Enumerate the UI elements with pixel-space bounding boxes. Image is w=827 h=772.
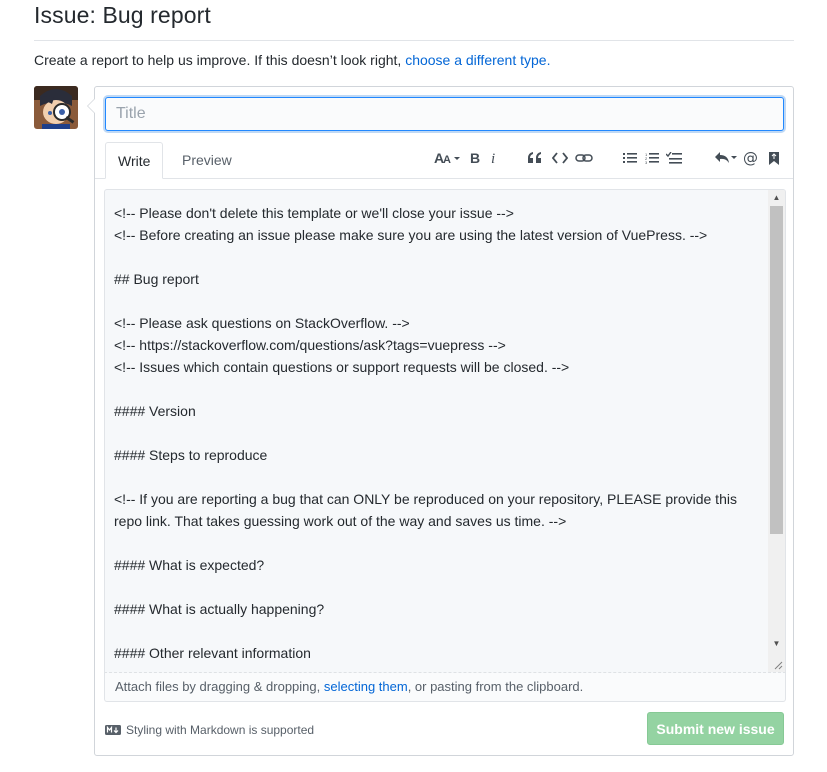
attach-text-prefix: Attach files by dragging & dropping, bbox=[115, 679, 324, 694]
quote-icon[interactable] bbox=[524, 145, 546, 171]
attach-files-bar[interactable]: Attach files by dragging & dropping, sel… bbox=[104, 673, 786, 702]
markdown-note[interactable]: Styling with Markdown is supported bbox=[105, 723, 314, 737]
bookmark-icon[interactable] bbox=[763, 145, 785, 171]
mention-icon[interactable]: @ bbox=[740, 145, 762, 171]
scroll-thumb[interactable] bbox=[770, 206, 783, 534]
markdown-note-text: Styling with Markdown is supported bbox=[126, 723, 315, 737]
new-issue-form: Write Preview AA B i 123 @ <!-- Please d… bbox=[87, 86, 794, 756]
svg-text:@: @ bbox=[743, 150, 758, 166]
markdown-icon bbox=[105, 725, 121, 735]
issue-body-textarea[interactable]: <!-- Please don't delete this template o… bbox=[104, 189, 786, 673]
numbered-list-icon[interactable]: 123 bbox=[641, 145, 663, 171]
subtitle-text: Create a report to help us improve. If t… bbox=[34, 52, 406, 68]
task-list-icon[interactable] bbox=[663, 145, 685, 171]
scroll-down-arrow-icon[interactable]: ▼ bbox=[768, 637, 785, 651]
submit-new-issue-button[interactable]: Submit new issue bbox=[647, 712, 784, 745]
avatar[interactable] bbox=[34, 86, 78, 129]
svg-text:B: B bbox=[470, 151, 480, 165]
italic-icon[interactable]: i bbox=[483, 145, 505, 171]
reply-icon[interactable] bbox=[713, 145, 739, 171]
editor-scrollbar[interactable]: ▲ ▼ bbox=[768, 190, 785, 672]
page-title: Issue: Bug report bbox=[34, 2, 211, 28]
svg-text:A: A bbox=[443, 154, 451, 165]
tabs-divider bbox=[95, 178, 793, 179]
select-files-link[interactable]: selecting them bbox=[324, 679, 408, 694]
svg-text:i: i bbox=[491, 151, 495, 165]
scroll-up-arrow-icon[interactable]: ▲ bbox=[768, 191, 785, 205]
divider bbox=[34, 40, 794, 41]
choose-type-link[interactable]: choose a different type. bbox=[405, 52, 550, 68]
avatar-image bbox=[34, 86, 78, 129]
code-icon[interactable] bbox=[549, 145, 571, 171]
issue-body-text[interactable]: <!-- Please don't delete this template o… bbox=[114, 202, 754, 664]
resize-handle-icon[interactable] bbox=[773, 660, 783, 670]
text-size-icon[interactable]: AA bbox=[433, 145, 463, 171]
issue-title-input[interactable] bbox=[105, 97, 784, 131]
svg-text:3: 3 bbox=[645, 160, 648, 165]
bullet-list-icon[interactable] bbox=[619, 145, 641, 171]
tab-write[interactable]: Write bbox=[105, 142, 164, 179]
page-subtitle: Create a report to help us improve. If t… bbox=[34, 52, 550, 68]
tab-preview[interactable]: Preview bbox=[170, 142, 244, 179]
link-icon[interactable] bbox=[573, 145, 595, 171]
attach-text-suffix: , or pasting from the clipboard. bbox=[407, 679, 584, 694]
